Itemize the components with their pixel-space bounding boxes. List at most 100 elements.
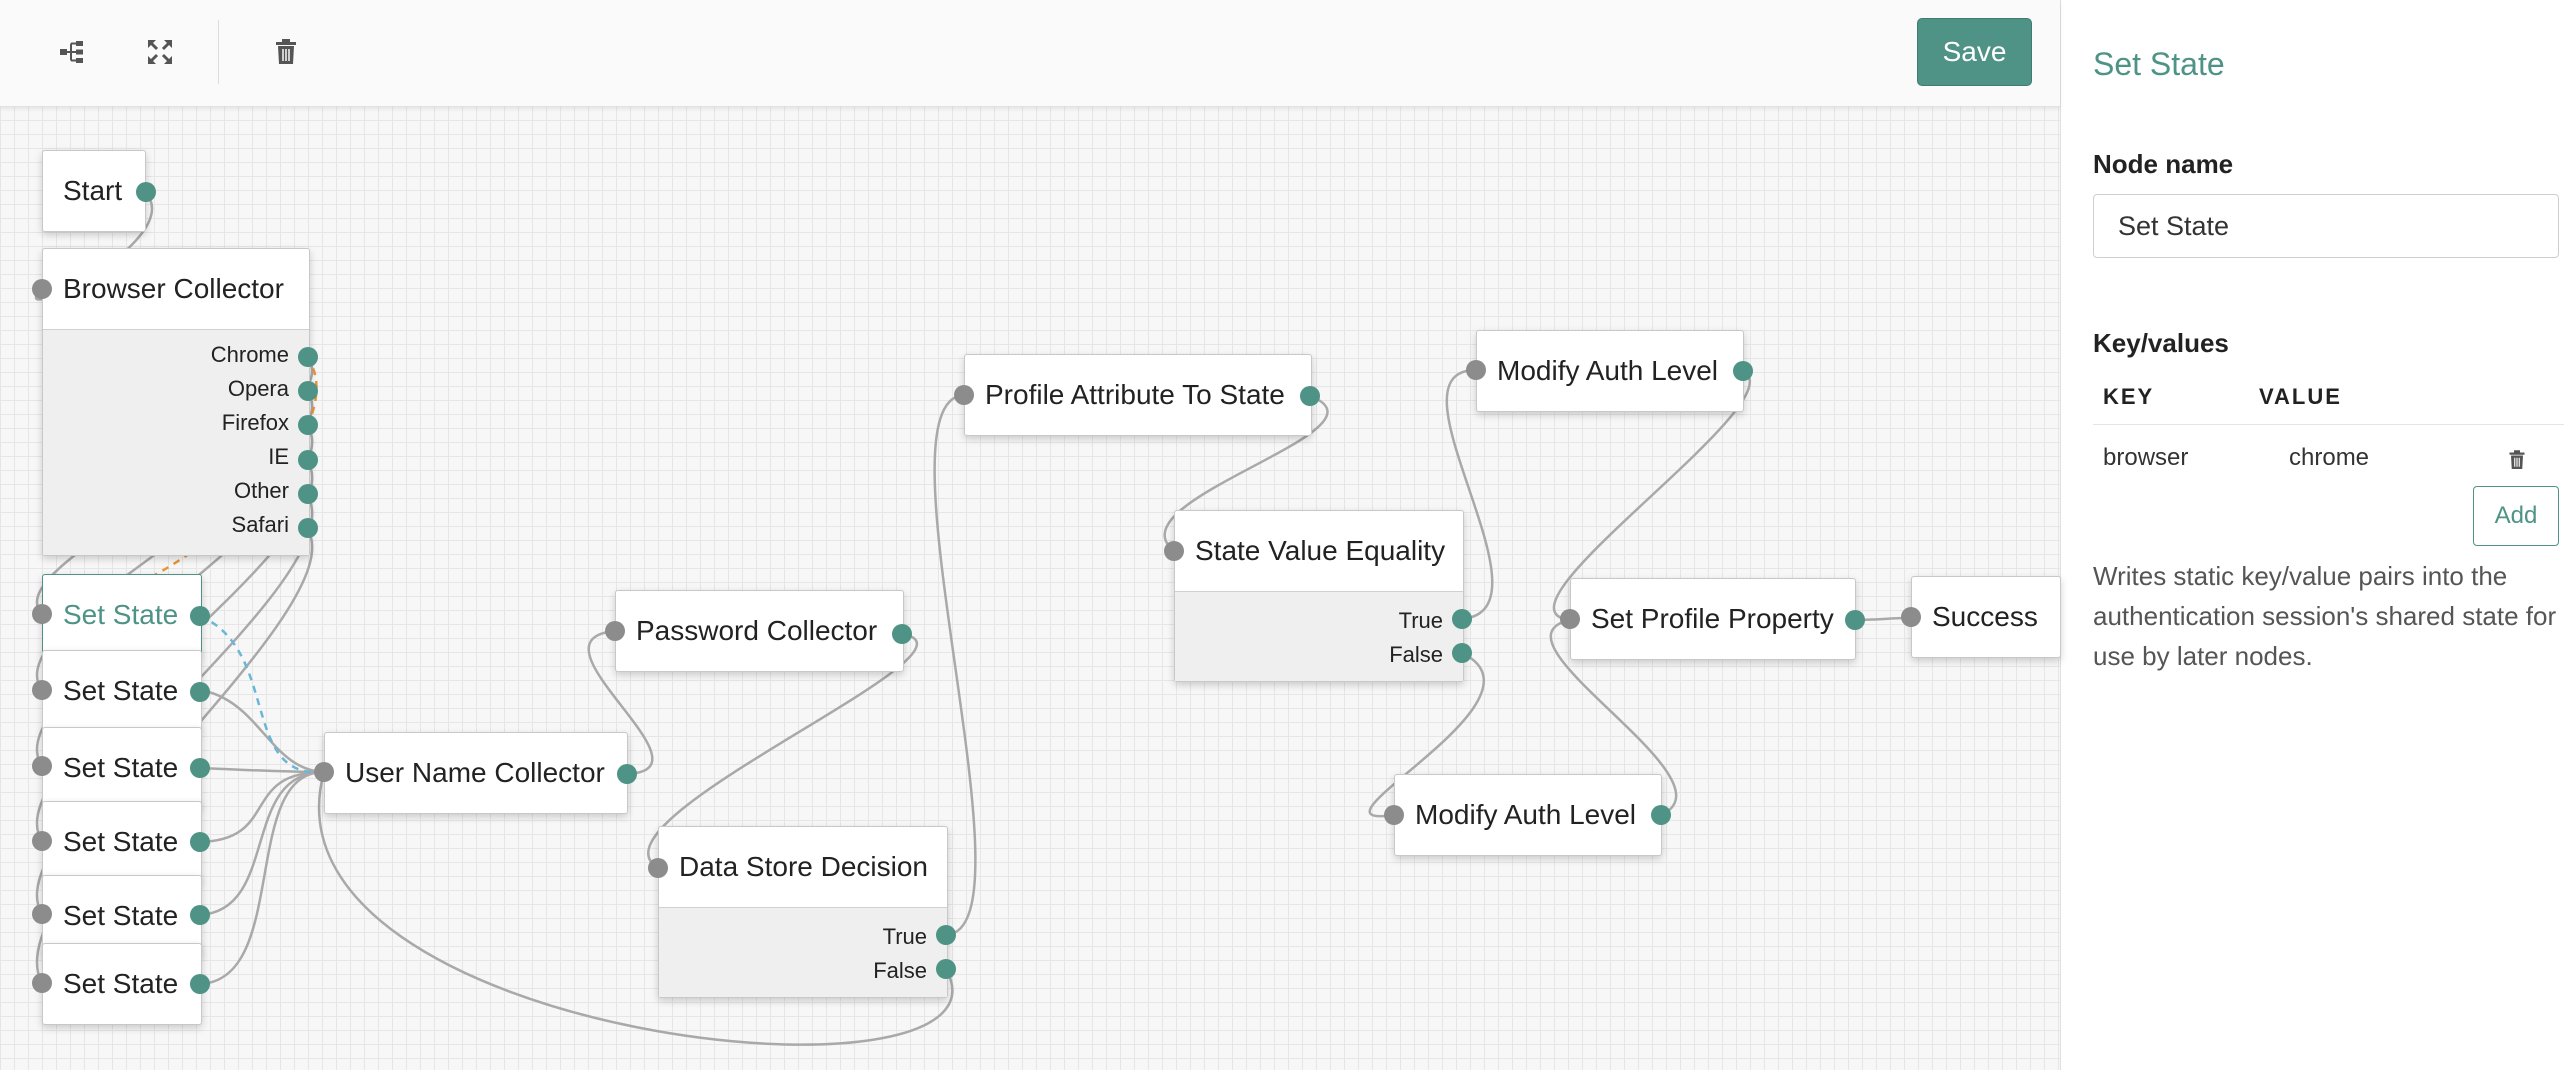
- modify-auth-level-node[interactable]: Modify Auth Level: [1394, 774, 1662, 856]
- node-title: User Name Collector: [345, 757, 605, 788]
- outcome-label: Firefox: [221, 410, 289, 435]
- output-port[interactable]: [298, 518, 318, 538]
- keyvalues-label: Key/values: [2093, 328, 2229, 358]
- table-divider: [2093, 424, 2564, 425]
- start-node[interactable]: Start: [42, 150, 146, 232]
- node-title: Set State: [63, 599, 179, 630]
- node-name-label: Node name: [2093, 149, 2234, 179]
- trash-icon: [276, 39, 296, 64]
- input-port[interactable]: [32, 904, 52, 924]
- output-port[interactable]: [298, 484, 318, 504]
- output-port[interactable]: [190, 832, 210, 852]
- output-port[interactable]: [617, 764, 637, 784]
- outcome-label: False: [873, 958, 927, 983]
- fit-screen-button[interactable]: [136, 28, 184, 76]
- password-collector-node[interactable]: Password Collector: [615, 590, 904, 672]
- input-port[interactable]: [1164, 541, 1184, 561]
- node-outcomes: True False: [1175, 591, 1463, 681]
- node-title: Start: [63, 175, 123, 206]
- output-port[interactable]: [190, 974, 210, 994]
- outcome-label: False: [1389, 642, 1443, 667]
- trash-icon: [2509, 450, 2525, 469]
- set-state-node[interactable]: Set State: [42, 801, 202, 883]
- set-state-node-selected[interactable]: Set State: [42, 574, 202, 656]
- data-store-decision-node[interactable]: Data Store Decision True False: [658, 826, 948, 998]
- tree-layout-button[interactable]: [48, 28, 96, 76]
- input-port[interactable]: [314, 762, 334, 782]
- node-title: Success: [1932, 601, 2038, 632]
- node-title: Password Collector: [636, 615, 878, 646]
- user-name-collector-node[interactable]: User Name Collector: [324, 732, 628, 814]
- input-port[interactable]: [32, 831, 52, 851]
- input-port[interactable]: [1901, 607, 1921, 627]
- output-port[interactable]: [1733, 361, 1753, 381]
- profile-attribute-to-state-node[interactable]: Profile Attribute To State: [964, 354, 1312, 436]
- outcome-label: True: [882, 924, 927, 949]
- save-button[interactable]: Save: [1917, 18, 2032, 86]
- output-port[interactable]: [298, 347, 318, 367]
- output-port[interactable]: [936, 959, 956, 979]
- output-port[interactable]: [190, 606, 210, 626]
- outcome-label: True: [1398, 608, 1443, 633]
- set-profile-property-node[interactable]: Set Profile Property: [1570, 578, 1856, 660]
- toolbar-divider: [218, 20, 219, 84]
- output-port[interactable]: [136, 182, 156, 202]
- node-title: Data Store Decision: [679, 851, 929, 882]
- outcome-label: Chrome: [210, 342, 289, 367]
- output-port[interactable]: [190, 905, 210, 925]
- row-key: browser: [2103, 444, 2189, 471]
- output-port[interactable]: [190, 682, 210, 702]
- input-port[interactable]: [648, 858, 668, 878]
- tree-layout-icon: [60, 41, 83, 63]
- output-port[interactable]: [298, 381, 318, 401]
- node-outcomes: Chrome Opera Firefox IE Other Safari: [43, 329, 309, 555]
- input-port[interactable]: [1560, 609, 1580, 629]
- output-port[interactable]: [892, 624, 912, 644]
- node-title: Profile Attribute To State: [985, 379, 1285, 410]
- delete-button[interactable]: [262, 28, 310, 76]
- input-port[interactable]: [605, 621, 625, 641]
- toolbar: Save: [0, 0, 2060, 107]
- panel-title: Set State: [2093, 46, 2225, 82]
- node-name-input[interactable]: [2093, 194, 2559, 258]
- modify-auth-level-node[interactable]: Modify Auth Level: [1476, 330, 1744, 412]
- outcome-label: IE: [268, 444, 289, 469]
- output-port[interactable]: [1452, 609, 1472, 629]
- output-port[interactable]: [1452, 643, 1472, 663]
- output-port[interactable]: [1845, 610, 1865, 630]
- node-title: Modify Auth Level: [1415, 799, 1637, 830]
- add-keyvalue-button[interactable]: Add: [2473, 486, 2559, 546]
- output-port[interactable]: [298, 415, 318, 435]
- set-state-node[interactable]: Set State: [42, 943, 202, 1025]
- set-state-node[interactable]: Set State: [42, 650, 202, 732]
- input-port[interactable]: [32, 279, 52, 299]
- node-title: Set Profile Property: [1591, 603, 1834, 634]
- delete-row-button[interactable]: [2503, 446, 2531, 474]
- outcome-label: Other: [233, 478, 289, 503]
- output-port[interactable]: [1300, 386, 1320, 406]
- row-value: chrome: [2289, 444, 2370, 471]
- success-node[interactable]: Success: [1911, 576, 2061, 658]
- output-port[interactable]: [298, 450, 318, 470]
- input-port[interactable]: [32, 756, 52, 776]
- input-port[interactable]: [32, 604, 52, 624]
- node-title: Set State: [63, 752, 179, 783]
- node-title: Modify Auth Level: [1497, 355, 1719, 386]
- output-port[interactable]: [936, 925, 956, 945]
- node-title: Browser Collector: [63, 273, 284, 304]
- input-port[interactable]: [1384, 805, 1404, 825]
- browser-collector-node[interactable]: Browser Collector Chrome Opera Firefox I…: [42, 248, 310, 556]
- input-port[interactable]: [32, 680, 52, 700]
- outcome-label: Safari: [231, 512, 289, 537]
- set-state-node[interactable]: Set State: [42, 727, 202, 809]
- output-port[interactable]: [1651, 805, 1671, 825]
- node-description: Writes static key/value pairs into the a…: [2093, 561, 2557, 671]
- node-title: Set State: [63, 826, 179, 857]
- state-value-equality-node[interactable]: State Value Equality True False: [1174, 510, 1464, 682]
- output-port[interactable]: [190, 758, 210, 778]
- input-port[interactable]: [954, 385, 974, 405]
- key-column-header: KEY: [2103, 384, 2155, 409]
- node-title: Set State: [63, 968, 179, 999]
- input-port[interactable]: [32, 973, 52, 993]
- input-port[interactable]: [1466, 360, 1486, 380]
